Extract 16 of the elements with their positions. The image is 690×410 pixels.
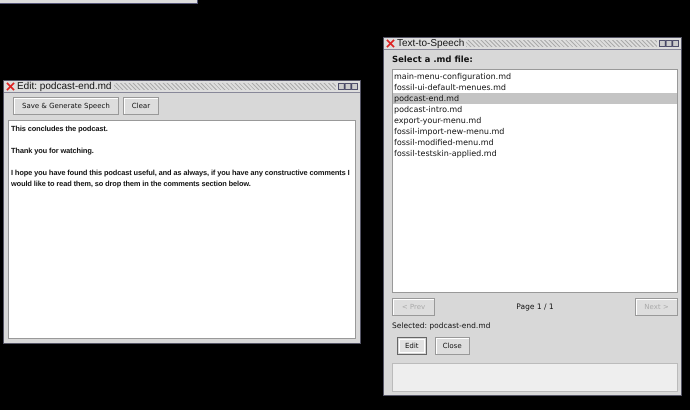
file-item[interactable]: podcast-end.md [393,93,677,104]
window-controls-icon[interactable] [338,83,358,90]
file-item[interactable]: fossil-import-new-menu.md [393,126,677,137]
window-title: Text-to-Speech [397,38,464,49]
file-item[interactable]: fossil-ui-default-menues.md [393,82,677,93]
x-icon [6,82,15,91]
text-editor[interactable] [8,120,356,339]
file-item[interactable]: podcast-intro.md [393,104,677,115]
x-icon [386,39,395,48]
window-title: Edit: podcast-end.md [17,81,112,92]
file-item[interactable]: main-menu-configuration.md [393,71,677,82]
window-controls-icon[interactable] [659,40,679,47]
file-item[interactable]: fossil-testskin-applied.md [393,148,677,159]
file-item[interactable]: export-your-menu.md [393,115,677,126]
file-item[interactable]: fossil-modified-menu.md [393,137,677,148]
list-label: Select a .md file: [392,55,474,65]
